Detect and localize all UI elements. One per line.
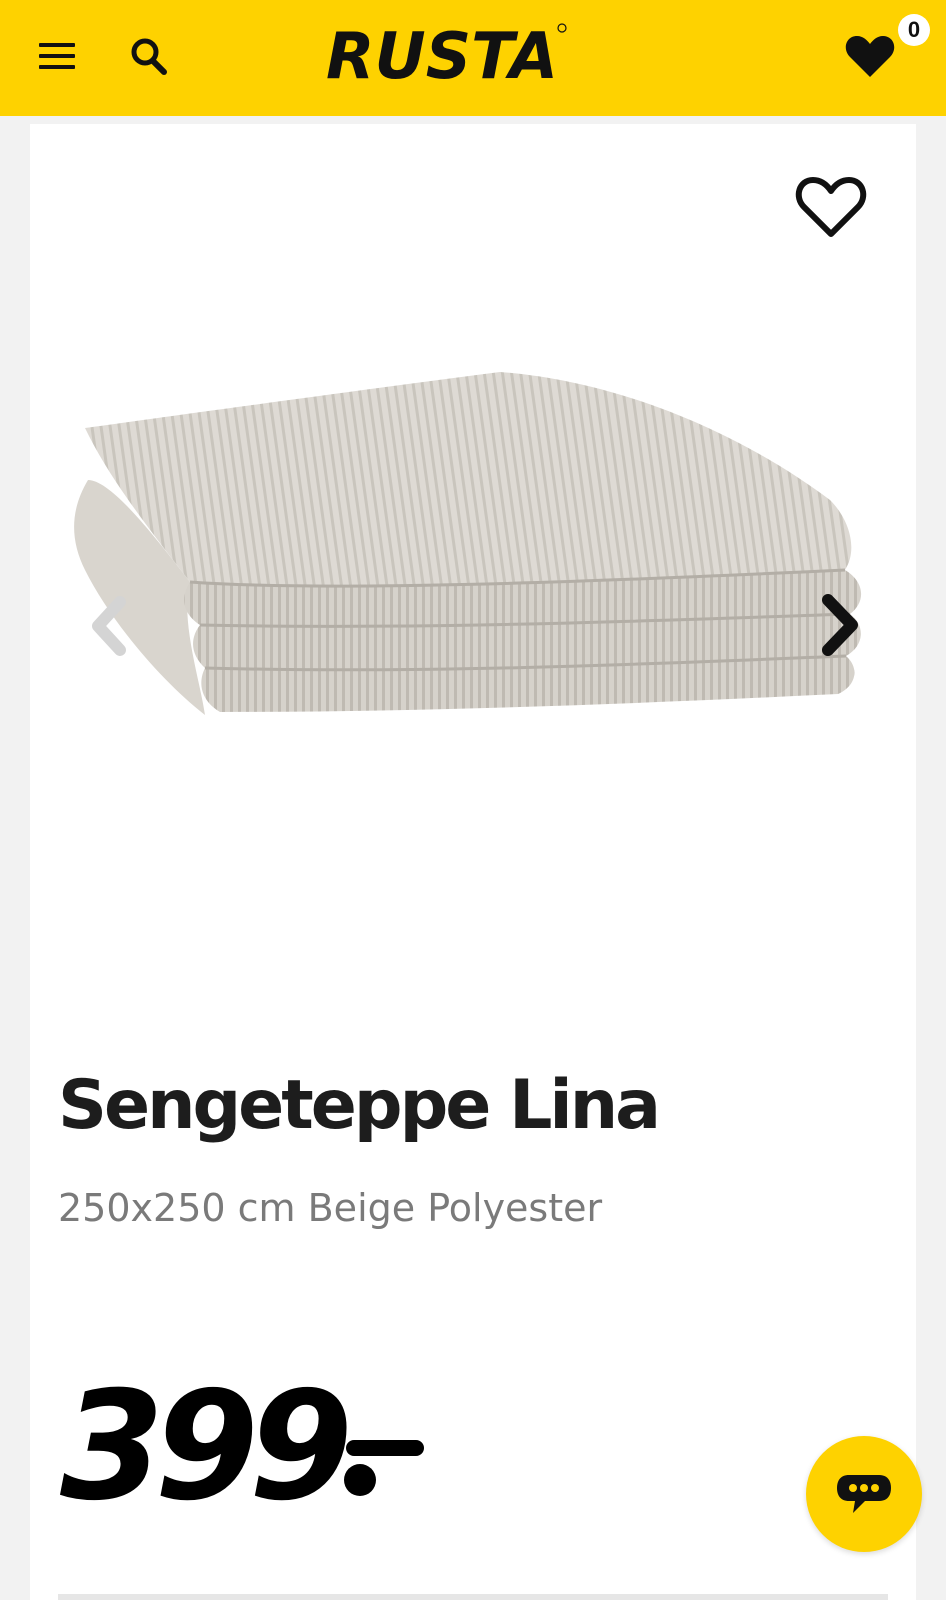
section-divider [58, 1594, 888, 1600]
product-price: 399 [60, 1360, 353, 1534]
add-to-favorites-button[interactable] [794, 174, 868, 240]
chat-button[interactable] [806, 1436, 922, 1552]
price-dash-suffix [344, 1440, 424, 1496]
logo-text: RUSTA [326, 20, 558, 90]
product-subtitle: 250x250 cm Beige Polyester [58, 1186, 603, 1230]
menu-button[interactable] [32, 34, 82, 78]
search-button[interactable] [124, 32, 174, 80]
product-title: Sengeteppe Lina [58, 1066, 661, 1145]
top-header-bar: RUSTA 0 [0, 0, 946, 116]
wishlist-count-badge: 0 [898, 14, 930, 46]
previous-image-button[interactable] [86, 594, 130, 658]
chevron-right-icon [822, 594, 858, 656]
next-image-button[interactable] [816, 590, 866, 660]
search-icon [131, 38, 167, 75]
product-image-gallery[interactable] [30, 320, 916, 800]
chat-bubble-icon [837, 1475, 891, 1513]
heart-outline-icon [795, 177, 867, 237]
rusta-logo[interactable]: RUSTA [326, 18, 586, 94]
chevron-left-icon [92, 596, 126, 656]
heart-filled-icon [845, 36, 895, 77]
product-image [74, 372, 862, 715]
wishlist-button[interactable] [840, 28, 900, 84]
hamburger-menu-icon [39, 43, 75, 69]
